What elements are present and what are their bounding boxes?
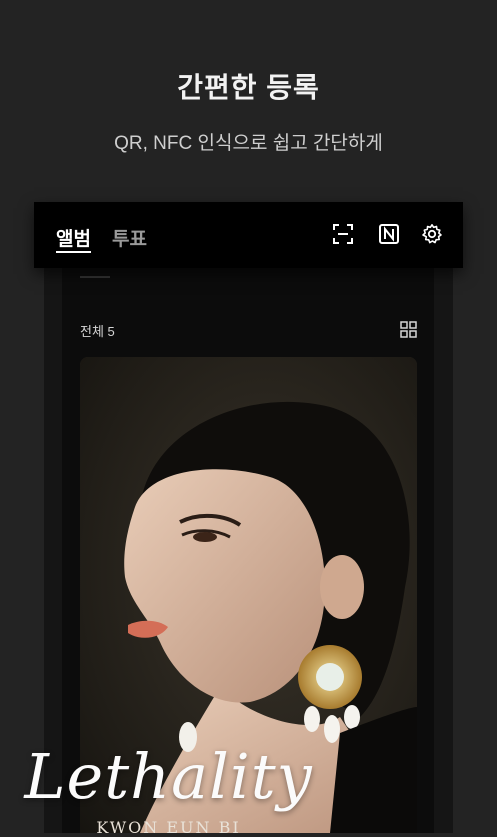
gear-icon[interactable] [421, 223, 443, 245]
promo-headline: 간편한 등록 [177, 72, 320, 103]
active-tab-underline [56, 251, 91, 253]
album-title: Lethality [24, 740, 313, 813]
count-label: 전체 5 [80, 324, 115, 339]
phone-frame-right-edge [433, 268, 453, 833]
tab-vote-label: 투표 [112, 229, 147, 250]
app-header: 앨범 투표 [34, 202, 463, 268]
qr-scan-icon[interactable] [332, 223, 354, 245]
nfc-icon[interactable] [378, 223, 400, 245]
promo-subline: QR, NFC 인식으로 쉽고 간단하게 [114, 133, 383, 154]
album-artist: KWON EUN BI [96, 818, 241, 837]
grid-view-icon[interactable] [400, 321, 417, 338]
tab-album[interactable]: 앨범 [56, 224, 91, 253]
tab-album-label: 앨범 [56, 229, 91, 250]
tab-vote[interactable]: 투표 [112, 224, 147, 251]
